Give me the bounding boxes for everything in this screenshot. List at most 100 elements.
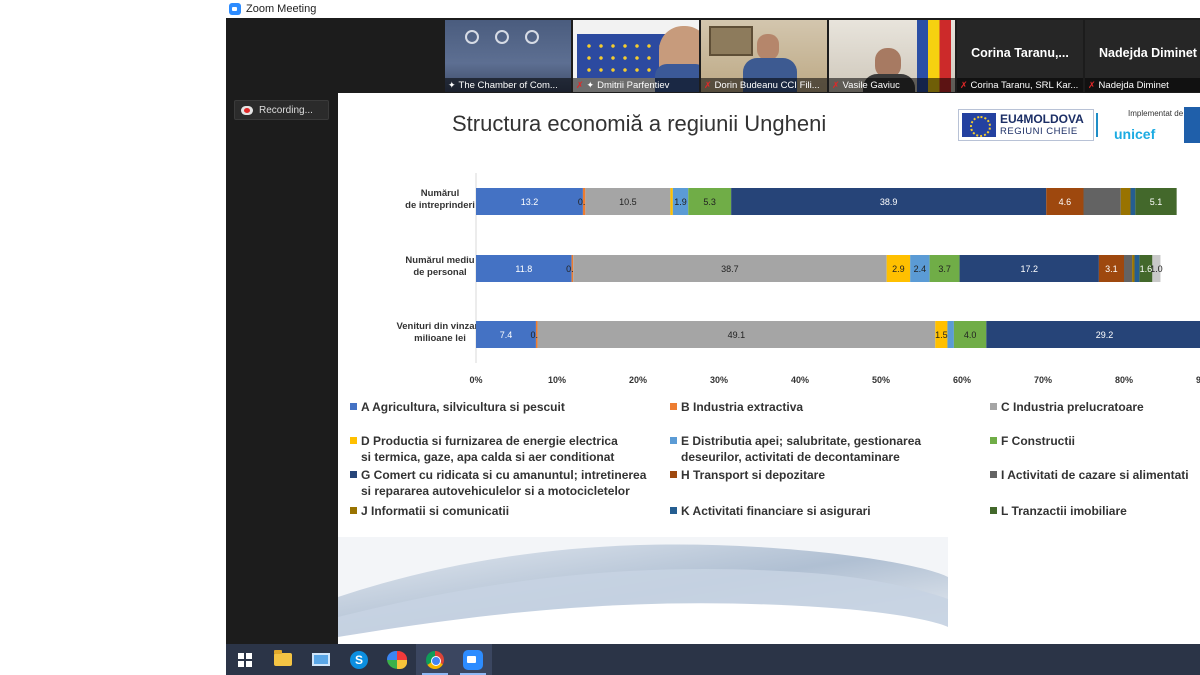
data-label: 49.1 bbox=[728, 330, 746, 340]
data-label: 5.3 bbox=[703, 197, 716, 207]
logo-line-2: REGIUNI CHEIE bbox=[1000, 126, 1078, 137]
window-title: Zoom Meeting bbox=[246, 3, 317, 15]
data-label: 5.1 bbox=[1150, 197, 1163, 207]
file-explorer-button[interactable] bbox=[264, 644, 302, 675]
participant-tile[interactable]: ✗ Vasile Gaviuc bbox=[829, 20, 955, 92]
participant-label: ✗ Nadejda Diminet bbox=[1085, 78, 1200, 92]
windows-icon bbox=[238, 652, 252, 667]
start-button[interactable] bbox=[226, 644, 264, 675]
data-label: 29.2 bbox=[1096, 330, 1114, 340]
participant-name: Dorin Budeanu CCI Fili... bbox=[714, 79, 820, 91]
legend-label: K Activitati financiare si asigurari bbox=[681, 504, 871, 518]
x-tick-label: 70% bbox=[1034, 375, 1052, 385]
chrome-icon bbox=[426, 650, 444, 669]
legend-label: L Tranzactii imobiliare bbox=[1001, 504, 1127, 518]
recording-indicator[interactable]: Recording... bbox=[234, 100, 329, 120]
data-label: 17.2 bbox=[1020, 264, 1038, 274]
decorative-wave bbox=[338, 537, 948, 644]
x-tick-label: 50% bbox=[872, 375, 890, 385]
data-label: 4.6 bbox=[1059, 197, 1072, 207]
legend-label: F Constructii bbox=[1001, 434, 1075, 448]
participant-tile[interactable]: ✗ Dorin Budeanu CCI Fili... bbox=[701, 20, 827, 92]
zoom-icon bbox=[463, 649, 483, 670]
legend-swatch bbox=[990, 471, 997, 478]
bar-segment bbox=[1130, 188, 1136, 215]
stacked-bar-chart: Numărulde intreprinderi Numărul mediude p… bbox=[396, 173, 1200, 385]
category-label: de intreprinderi bbox=[405, 200, 475, 211]
participant-strip: ✦ The Chamber of Com... ✗ ✦ Dmitrii Parf… bbox=[445, 20, 1200, 94]
legend-item: H Transport si depozitare bbox=[670, 467, 825, 483]
legend-label: C Industria prelucratoare bbox=[1001, 400, 1144, 414]
logo-divider bbox=[1096, 113, 1098, 137]
participant-label: ✗ Dorin Budeanu CCI Fili... bbox=[701, 78, 827, 92]
slide-title: Structura economiă a regiunii Ungheni bbox=[452, 111, 827, 136]
implemented-by-label: Implementat de bbox=[1128, 109, 1184, 118]
bar-segment bbox=[1132, 255, 1135, 282]
legend-label: B Industria extractiva bbox=[681, 400, 804, 414]
legend-swatch bbox=[990, 403, 997, 410]
windows-taskbar: S bbox=[226, 644, 1200, 675]
x-tick-label: 80% bbox=[1115, 375, 1133, 385]
participant-tile[interactable]: ✦ The Chamber of Com... bbox=[445, 20, 571, 92]
x-tick-label: 20% bbox=[629, 375, 647, 385]
mic-muted-icon: ✗ bbox=[832, 79, 840, 90]
legend-swatch bbox=[350, 403, 357, 410]
data-label: 2.9 bbox=[892, 264, 905, 274]
x-tick-label: 10% bbox=[548, 375, 566, 385]
seal-icon bbox=[495, 30, 509, 44]
skype-icon: S bbox=[350, 650, 368, 669]
legend-label: A Agricultura, silvicultura si pescuit bbox=[361, 400, 565, 414]
x-tick-label: 0% bbox=[469, 375, 482, 385]
zoom-app-icon bbox=[229, 3, 241, 15]
legend-label: E Distributia apei; salubritate, gestion… bbox=[681, 434, 922, 464]
data-label: 3.1 bbox=[1105, 264, 1118, 274]
folder-icon bbox=[274, 650, 292, 666]
data-label: 1.0 bbox=[1150, 264, 1163, 274]
data-label: 38.9 bbox=[880, 197, 898, 207]
bar-segment bbox=[947, 321, 954, 348]
legend-swatch bbox=[670, 437, 677, 444]
legend-item: G Comert cu ridicata si cu amanuntul; in… bbox=[350, 467, 646, 499]
legend-item: J Informatii si comunicatii bbox=[350, 503, 509, 519]
participant-video bbox=[757, 34, 779, 60]
legend-item: C Industria prelucratoare bbox=[990, 399, 1144, 415]
participant-tile[interactable]: Corina Taranu,... ✗ Corina Taranu, SRL K… bbox=[957, 20, 1083, 92]
shared-slide: Structura economiă a regiunii Ungheni EU… bbox=[338, 93, 1200, 644]
legend-label: G Comert cu ridicata si cu amanuntul; in… bbox=[361, 468, 647, 498]
x-tick-label: 60% bbox=[953, 375, 971, 385]
legend-label: J Informatii si comunicatii bbox=[361, 504, 510, 518]
zoom-taskbar-button[interactable] bbox=[454, 644, 492, 675]
legend-item: B Industria extractiva bbox=[670, 399, 803, 415]
data-label: 1.9 bbox=[674, 197, 687, 207]
recording-label: Recording... bbox=[259, 104, 313, 116]
data-label: 13.2 bbox=[521, 197, 539, 207]
chrome-button[interactable] bbox=[416, 644, 454, 675]
mic-muted-icon: ✗ bbox=[576, 79, 584, 90]
participant-tile[interactable]: Nadejda Diminet ✗ Nadejda Diminet bbox=[1085, 20, 1200, 92]
participant-tile[interactable]: ✗ ✦ Dmitrii Parfentiev bbox=[573, 20, 699, 92]
x-tick-label: 90% bbox=[1196, 375, 1200, 385]
paint-button[interactable] bbox=[378, 644, 416, 675]
data-label: 1.5 bbox=[935, 330, 948, 340]
skype-button[interactable]: S bbox=[340, 644, 378, 675]
screen: Zoom Meeting Recording... ✦ The Chamber … bbox=[0, 0, 1200, 675]
legend-label: H Transport si depozitare bbox=[681, 468, 826, 482]
participant-label: ✗ ✦ Dmitrii Parfentiev bbox=[573, 78, 699, 92]
monitor-icon bbox=[312, 653, 330, 666]
participant-name: Vasile Gaviuc bbox=[842, 79, 900, 91]
bar-segment bbox=[1120, 188, 1131, 215]
paint-palette-icon bbox=[387, 650, 407, 669]
category-label: Numărul mediu bbox=[405, 255, 474, 266]
legend-label: I Activitati de cazare si alimentati bbox=[1001, 468, 1189, 482]
mic-muted-icon: ✗ bbox=[704, 79, 712, 90]
legend-item: A Agricultura, silvicultura si pescuit bbox=[350, 399, 565, 415]
bar-segment bbox=[1083, 188, 1121, 215]
legend-swatch bbox=[350, 471, 357, 478]
participant-label: ✦ The Chamber of Com... bbox=[445, 78, 571, 92]
legend-item: E Distributia apei; salubritate, gestion… bbox=[670, 433, 921, 465]
legend-swatch bbox=[990, 507, 997, 514]
remote-desktop-button[interactable] bbox=[302, 644, 340, 675]
window-titlebar: Zoom Meeting bbox=[226, 0, 1200, 18]
participant-label: ✗ Vasile Gaviuc bbox=[829, 78, 955, 92]
participant-name: Dmitrii Parfentiev bbox=[597, 79, 670, 91]
